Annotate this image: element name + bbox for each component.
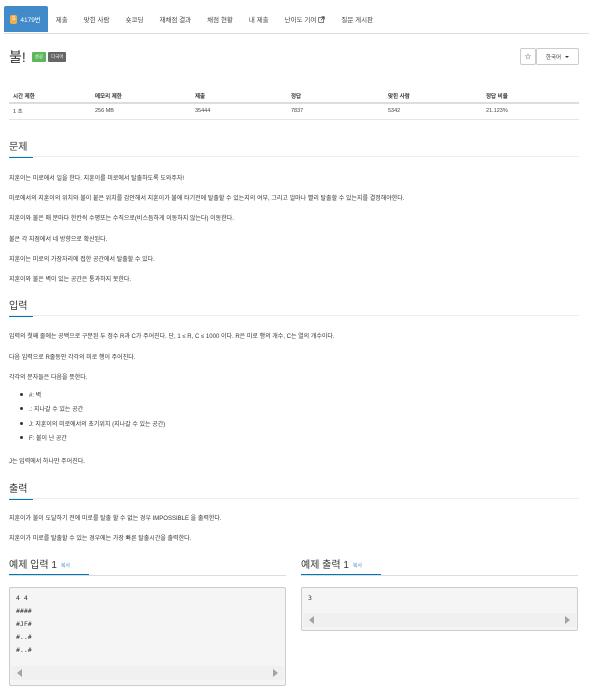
status-badge-success: 성공 (31, 52, 47, 62)
code-line: #### (16, 607, 32, 615)
tab-rejudge-results[interactable]: 재채점 결과 (151, 6, 199, 32)
col-accept-ratio: 정답 비율 (482, 89, 579, 104)
copy-input-button[interactable]: 복사 (61, 563, 70, 569)
input-paragraph: 각각의 문자들은 다음을 뜻한다. (9, 375, 88, 381)
section-heading-text: 입력 (9, 301, 28, 312)
col-time-limit: 시간 제한 (9, 89, 91, 104)
list-item: .: 지나갈 수 있는 공간 (20, 402, 165, 417)
example-input-heading: 예제 입력 1 복사 (9, 556, 89, 576)
tab-label: 질문 게시판 (341, 17, 374, 24)
description-paragraph: 불은 각 지점에서 네 방향으로 확산된다. (9, 237, 108, 243)
horizontal-scrollbar[interactable] (303, 613, 576, 627)
tab-label: 숏코딩 (125, 17, 144, 24)
accept-ratio-value: 21.123% (482, 103, 579, 120)
input-paragraph: 입력의 첫째 줄에는 공백으로 구분된 두 정수 R과 C가 주어진다. 단, … (9, 334, 335, 340)
problem-nav-tabs: S 4179번 제출 맞힌 사람 숏코딩 재채점 결과 채점 현황 내 제출 난… (4, 4, 589, 34)
chevron-down-icon (565, 55, 570, 58)
col-memory-limit: 메모리 제한 (91, 89, 191, 104)
tab-label: 맞힌 사람 (83, 17, 110, 24)
table-row: 1 초 256 MB 35444 7837 5342 21.123% (9, 103, 579, 120)
tab-my-submissions[interactable]: 내 제출 (241, 6, 277, 32)
page-title: 불! (9, 49, 26, 65)
example-input-box[interactable]: 4 4 #### #JF# #..# #..# (9, 587, 286, 686)
star-icon: ☆ (524, 52, 532, 61)
tab-label: 4179번 (20, 17, 41, 24)
tab-solved-users[interactable]: 맞힌 사람 (76, 6, 118, 32)
problem-title-row: 불! 성공 다국어 (9, 46, 68, 68)
external-link-icon (318, 15, 326, 23)
solved-users-value: 5342 (384, 103, 482, 120)
output-paragraph: 지훈이가 미로를 탈출할 수 있는 경우에는 가장 빠른 탈출시간을 출력한다. (9, 536, 192, 542)
section-heading-text: 문제 (9, 142, 28, 153)
input-footer: J는 입력에서 하나만 주어진다. (9, 459, 85, 465)
code-line: #..# (16, 633, 32, 641)
description-paragraph: 지훈이와 불은 매 분마다 한칸씩 수평또는 수직으로(비스듬하게 이동하지 않… (9, 216, 234, 222)
divider (9, 498, 579, 499)
description-paragraph: 지훈이는 미로에서 일을 한다. 지훈이를 미로에서 탈출하도록 도와주자! (9, 176, 185, 182)
tab-short-coding[interactable]: 숏코딩 (118, 6, 152, 32)
tab-question-board[interactable]: 질문 게시판 (333, 6, 381, 32)
example-heading-text: 예제 출력 1 (301, 560, 349, 571)
code-line: #JF# (16, 620, 32, 628)
description-paragraph: 지훈이는 미로의 가장자리에 접한 공간에서 탈출할 수 있다. (9, 257, 155, 263)
description-paragraph: 미로에서의 지훈이의 위치와 불이 붙은 위치를 감안해서 지훈이가 불에 타기… (9, 196, 405, 202)
col-solved-users: 맞힌 사람 (384, 89, 482, 104)
tab-problem-number[interactable]: S 4179번 (4, 6, 48, 32)
section-heading-description: 문제 (9, 138, 33, 158)
problem-stats-table: 시간 제한 메모리 제한 제출 정답 맞힌 사람 정답 비율 1 초 256 M… (9, 89, 579, 120)
code-line: 3 (308, 594, 312, 602)
tab-label: 제출 (55, 17, 68, 24)
scroll-right-icon[interactable] (273, 669, 278, 677)
example-output-heading: 예제 출력 1 복사 (301, 556, 381, 576)
tab-difficulty-contribution[interactable]: 난이도 기여 (277, 6, 334, 32)
tab-label: 재채점 결과 (159, 17, 192, 24)
col-accepted: 정답 (287, 89, 384, 104)
divider (301, 575, 578, 576)
list-item-text: .: 지나갈 수 있는 공간 (29, 407, 84, 414)
divider (9, 315, 579, 316)
copy-output-button[interactable]: 복사 (353, 563, 362, 569)
language-dropdown[interactable]: 한국어 (536, 48, 579, 65)
status-badge-multilang: 다국어 (48, 52, 67, 62)
tab-label: 채점 현황 (207, 17, 233, 24)
code-line: #..# (16, 646, 32, 654)
section-heading-text: 출력 (9, 484, 28, 495)
accepted-value: 7837 (287, 103, 384, 120)
list-item-text: F: 불이 난 공간 (29, 436, 67, 443)
scroll-right-icon[interactable] (565, 616, 570, 624)
example-output-box[interactable]: 3 (301, 587, 578, 631)
list-item: F: 불이 난 공간 (20, 431, 165, 446)
scroll-left-icon[interactable] (309, 616, 314, 624)
table-header-row: 시간 제한 메모리 제한 제출 정답 맞힌 사람 정답 비율 (9, 89, 579, 104)
star-button[interactable]: ☆ (520, 48, 536, 65)
list-item: J: 지훈이의 미로에서의 초기위치 (지나갈 수 있는 공간) (20, 416, 165, 431)
time-limit-value: 1 초 (9, 103, 91, 120)
tab-judge-status[interactable]: 채점 현황 (199, 6, 241, 32)
input-paragraph: 다음 입력으로 R줄동안 각각의 미로 행이 주어진다. (9, 355, 136, 361)
description-paragraph: 지훈이와 불은 벽이 있는 공간은 통과하지 못한다. (9, 277, 132, 283)
section-heading-input: 입력 (9, 297, 33, 317)
section-heading-output: 출력 (9, 480, 33, 500)
col-submissions: 제출 (191, 89, 287, 104)
list-item: #: 벽 (20, 387, 165, 402)
output-paragraph: 지훈이가 불이 도달하기 전에 미로를 탈출 할 수 없는 경우 IMPOSSI… (9, 516, 222, 522)
language-label: 한국어 (545, 54, 562, 61)
tab-label: 내 제출 (248, 17, 269, 24)
divider (9, 575, 286, 576)
memory-limit-value: 256 MB (91, 103, 191, 120)
tab-submit[interactable]: 제출 (48, 6, 76, 32)
list-item-text: J: 지훈이의 미로에서의 초기위치 (지나갈 수 있는 공간) (29, 421, 166, 428)
code-line: 4 4 (16, 594, 28, 602)
divider (9, 156, 579, 157)
tier-badge: S (10, 14, 18, 24)
horizontal-scrollbar[interactable] (11, 666, 284, 680)
scroll-left-icon[interactable] (17, 669, 22, 677)
list-item-text: #: 벽 (29, 392, 42, 399)
submissions-value: 35444 (191, 103, 287, 120)
symbol-list: #: 벽 .: 지나갈 수 있는 공간 J: 지훈이의 미로에서의 초기위치 (… (20, 387, 165, 445)
tab-label: 난이도 기여 (284, 17, 317, 24)
example-heading-text: 예제 입력 1 (9, 560, 57, 571)
